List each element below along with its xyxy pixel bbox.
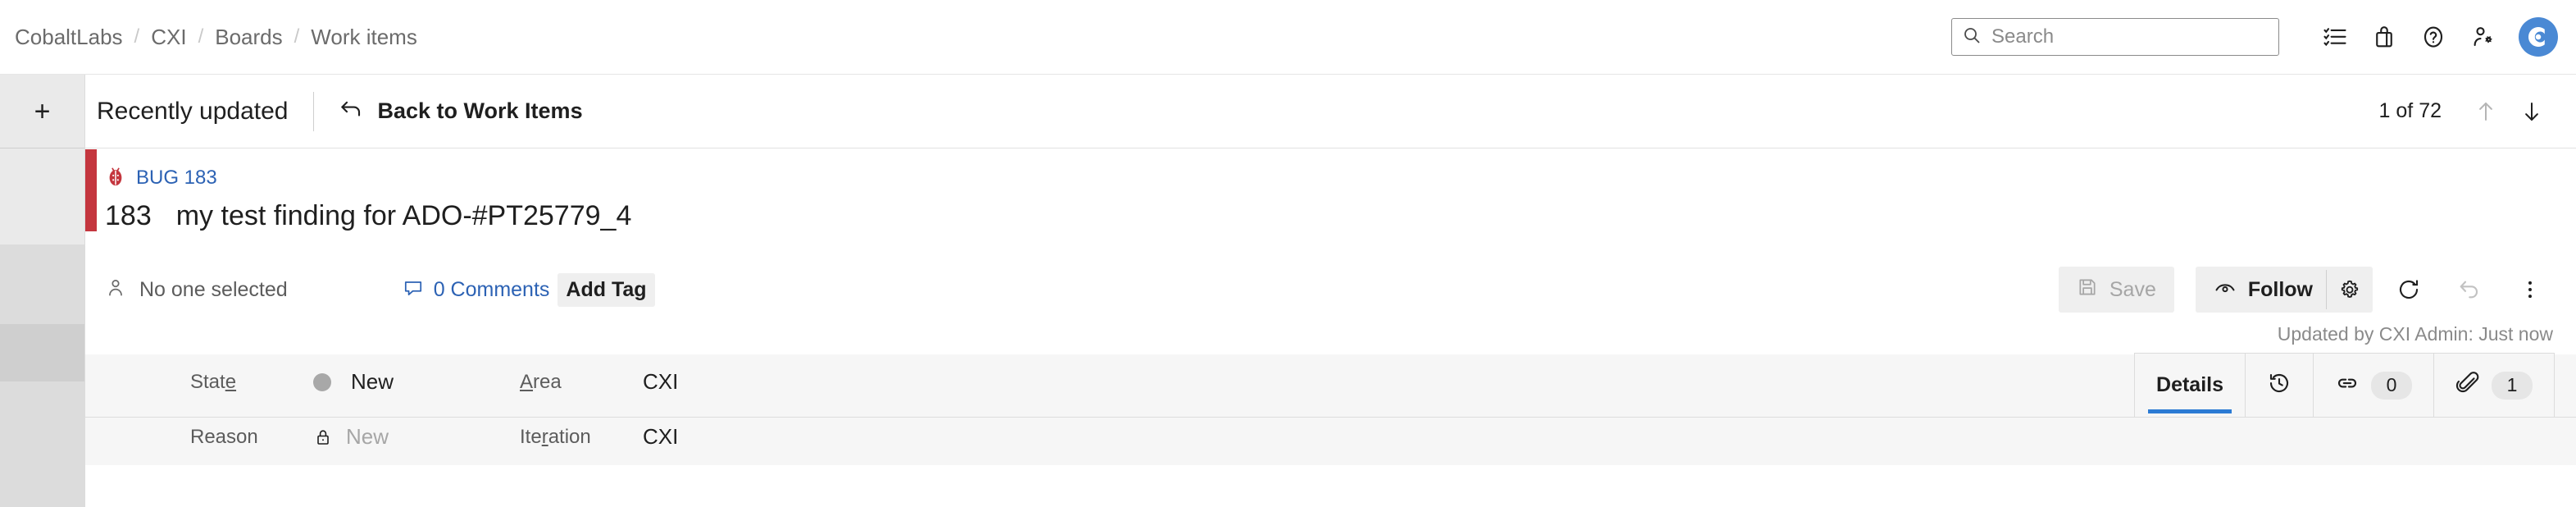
user-settings-icon[interactable]: [2458, 12, 2507, 62]
breadcrumb-item-boards[interactable]: Boards: [203, 26, 294, 48]
tab-attachments-badge: 1: [2492, 371, 2533, 400]
back-arrow-icon: [339, 97, 363, 126]
reason-field-label: Reason: [190, 425, 258, 448]
toolbar-divider: [312, 91, 314, 131]
links-icon: [2335, 371, 2360, 400]
tabs-rule: [85, 417, 2576, 418]
previous-item-button[interactable]: [2463, 89, 2509, 135]
tasks-icon[interactable]: [2310, 12, 2360, 62]
follow-button[interactable]: Follow: [2195, 267, 2326, 313]
work-item-toolbar: Recently updated Back to Work Items 1 of…: [85, 75, 2576, 148]
back-to-work-items-label: Back to Work Items: [377, 98, 583, 123]
revert-button[interactable]: [2445, 267, 2494, 313]
bug-icon: [105, 166, 126, 191]
left-sidebar: +: [0, 75, 85, 507]
pager-count: 1 of 72: [2378, 99, 2442, 122]
search-input[interactable]: [1991, 25, 2269, 48]
breadcrumb-separator: /: [294, 25, 300, 48]
tab-history[interactable]: [2246, 354, 2314, 417]
tab-links-badge: 0: [2371, 371, 2412, 400]
gear-icon[interactable]: [2327, 267, 2373, 313]
tab-attachments[interactable]: 1: [2434, 354, 2554, 417]
top-header: CobaltLabs / CXI / Boards / Work items: [0, 0, 2576, 75]
marketplace-icon[interactable]: [2360, 12, 2409, 62]
iteration-field-label: Iteration: [520, 425, 591, 448]
search-box[interactable]: [1951, 18, 2279, 56]
lock-icon: [313, 427, 333, 447]
area-field-value[interactable]: CXI: [643, 369, 678, 395]
breadcrumb-separator: /: [198, 25, 204, 48]
save-label: Save: [2109, 277, 2156, 301]
plus-icon: +: [34, 95, 51, 127]
comments-label: 0 Comments: [433, 277, 550, 301]
reason-field-value: New: [346, 424, 389, 449]
save-icon: [2077, 276, 2098, 304]
back-to-work-items-button[interactable]: Back to Work Items: [339, 97, 583, 126]
refresh-button[interactable]: [2384, 267, 2433, 313]
view-title: Recently updated: [97, 97, 289, 125]
follow-split-button: Follow: [2195, 267, 2373, 313]
work-item-tabs: Details 0 1: [2134, 353, 2555, 417]
more-options-button[interactable]: [2505, 267, 2555, 313]
work-item-actions: Save Follow: [2058, 267, 2576, 313]
help-icon[interactable]: [2409, 12, 2458, 62]
breadcrumb-item-organization[interactable]: CobaltLabs: [8, 26, 134, 48]
add-tag-button[interactable]: Add Tag: [558, 272, 655, 307]
work-item-meta-row: No one selected 0 Comments Add Tag Save …: [105, 264, 2576, 315]
field-row-reason: Reason New Iteration CXI: [85, 409, 2576, 464]
assignee-field[interactable]: No one selected: [105, 277, 288, 303]
work-item-title[interactable]: my test finding for ADO-#PT25779_4: [176, 200, 632, 232]
state-field-label: State: [190, 370, 237, 393]
person-icon: [105, 277, 126, 303]
breadcrumb: CobaltLabs / CXI / Boards / Work items: [0, 25, 429, 48]
state-color-dot: [313, 372, 331, 391]
sidebar-add-button[interactable]: +: [0, 75, 84, 148]
breadcrumb-item-project[interactable]: CXI: [139, 26, 198, 48]
follow-label: Follow: [2247, 277, 2313, 301]
search-icon: [1962, 25, 1982, 49]
tab-details[interactable]: Details: [2135, 354, 2246, 417]
header-actions: [1951, 12, 2576, 62]
work-item-type-link[interactable]: BUG 183: [136, 167, 217, 190]
updated-status: Updated by CXI Admin: Just now: [2277, 323, 2553, 345]
history-icon: [2267, 371, 2292, 400]
breadcrumb-separator: /: [134, 25, 140, 48]
assignee-label: No one selected: [139, 277, 288, 301]
sidebar-placeholder-block-selected[interactable]: [0, 324, 84, 381]
sidebar-placeholder-block: [0, 381, 84, 507]
sidebar-placeholder-block: [0, 244, 84, 324]
tab-links[interactable]: 0: [2314, 354, 2434, 417]
breadcrumb-item-work-items[interactable]: Work items: [299, 26, 429, 48]
pager: 1 of 72: [2379, 89, 2576, 135]
eye-icon: [2214, 276, 2237, 304]
comments-link[interactable]: 0 Comments: [403, 277, 550, 303]
tab-details-label: Details: [2156, 373, 2223, 396]
iteration-field-value[interactable]: CXI: [643, 424, 678, 450]
work-item-type-accent-bar: [85, 149, 97, 231]
comment-icon: [403, 277, 424, 303]
attachments-icon: [2455, 371, 2480, 400]
state-field-value[interactable]: New: [351, 369, 394, 395]
work-item-id: 183: [105, 200, 152, 231]
avatar[interactable]: [2519, 17, 2558, 57]
work-item-form: BUG 183 183 my test finding for ADO-#PT2…: [85, 149, 2576, 507]
work-item-page: CobaltLabs / CXI / Boards / Work items S…: [0, 0, 2576, 507]
sidebar-placeholder-block: [0, 148, 84, 244]
area-field-label: Area: [520, 370, 562, 393]
work-item-header: BUG 183 183 my test finding for ADO-#PT2…: [85, 149, 2576, 232]
next-item-button[interactable]: [2509, 89, 2555, 135]
save-button[interactable]: Save: [2058, 267, 2174, 313]
